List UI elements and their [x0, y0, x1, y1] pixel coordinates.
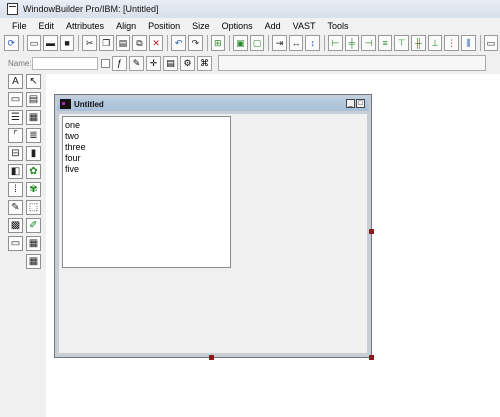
bring-front-icon[interactable]: ▣ [233, 35, 248, 51]
window-system-icon[interactable] [60, 99, 71, 109]
refresh-icon[interactable]: ⟳ [4, 35, 19, 51]
list-item[interactable]: three [65, 142, 230, 153]
ole-control-tool[interactable]: ▭ [8, 236, 23, 251]
menu-tools[interactable]: Tools [320, 21, 353, 31]
app-title-bar: WindowBuilder Pro/IBM: [Untitled] [0, 0, 500, 18]
name-label: Name: [8, 58, 32, 68]
name-combo-box[interactable] [218, 55, 486, 71]
copy-icon[interactable]: ❐ [98, 35, 114, 51]
push-button-tool[interactable]: ▭ [8, 92, 23, 107]
list-item[interactable]: four [65, 153, 230, 164]
static-text-tool[interactable]: A [8, 74, 23, 89]
align-middle-icon[interactable]: ╫ [411, 35, 426, 51]
name-checkbox[interactable] [101, 58, 110, 68]
align-top-icon[interactable]: ⊤ [394, 35, 410, 51]
toolbar-separator [324, 35, 325, 51]
toolbar-separator [22, 35, 24, 51]
multiline-text-tool[interactable]: ≣ [26, 128, 41, 143]
send-back-icon[interactable]: ▢ [249, 35, 265, 51]
connect-icon[interactable]: ⌘ [197, 55, 212, 71]
design-window[interactable]: Untitled _ □ one two three four five [54, 94, 372, 358]
design-window-title-bar[interactable]: Untitled _ □ [57, 97, 369, 111]
align-right-icon[interactable]: ⊣ [361, 35, 376, 51]
same-height-icon[interactable]: ↕ [305, 35, 321, 51]
toolbar-separator [479, 35, 481, 51]
bitmap-tool[interactable]: ▩ [8, 218, 23, 233]
resize-handle-bottom[interactable] [209, 355, 214, 360]
toolbar-separator [206, 35, 208, 51]
toolbar-separator [268, 35, 270, 51]
menu-position[interactable]: Position [140, 21, 184, 31]
menu-file[interactable]: File [0, 21, 31, 31]
app-title: WindowBuilder Pro/IBM: [Untitled] [23, 4, 159, 14]
list-item[interactable]: one [65, 120, 230, 131]
window-controls: _ □ [345, 99, 365, 108]
selection-arrow-icon[interactable]: ↖ [26, 74, 41, 89]
distribute-horizontal-icon[interactable]: ≡ [377, 35, 393, 51]
maximize-icon[interactable]: □ [356, 99, 365, 108]
menu-attributes[interactable]: Attributes [58, 21, 108, 31]
delete-icon[interactable]: ✕ [148, 35, 164, 51]
menu-add[interactable]: Add [257, 21, 285, 31]
properties-icon[interactable]: ▤ [163, 55, 178, 71]
drawing-tool[interactable]: ✎ [8, 200, 23, 215]
ole-object-tool[interactable]: ✿ [26, 164, 41, 179]
align-bottom-icon[interactable]: ⊥ [427, 35, 443, 51]
design-window-client-area[interactable]: one two three four five [59, 114, 367, 353]
main-toolbar: ⟳ ▭ ▬ ■ ✂ ❐ ▤ ⧉ ✕ ↶ ↷ ⊞ ▣ ▢ ⇥ ↔ ↕ ⊢ ╪ ⊣ … [4, 33, 500, 53]
combo-box-tool[interactable]: ▦ [26, 110, 41, 125]
menu-size[interactable]: Size [184, 21, 214, 31]
new-window-icon[interactable]: ▭ [26, 35, 42, 51]
crosshair-icon[interactable]: ✛ [146, 55, 161, 71]
dotted-grid-tool[interactable]: ⁞ [8, 182, 23, 197]
menu-options[interactable]: Options [214, 21, 257, 31]
cut-icon[interactable]: ✂ [82, 35, 97, 51]
duplicate-icon[interactable]: ⧉ [132, 35, 147, 51]
toolbar-separator [229, 35, 231, 51]
tab-order-icon[interactable]: ⇥ [272, 35, 287, 51]
entry-field-tool[interactable]: ▤ [26, 92, 41, 107]
rectangle-tool[interactable]: ▮ [26, 146, 41, 161]
menu-bar: File Edit Attributes Align Position Size… [0, 18, 500, 33]
list-box[interactable]: one two three four five [62, 116, 231, 268]
align-center-icon[interactable]: ╪ [344, 35, 360, 51]
list-item[interactable]: two [65, 131, 230, 142]
resize-handle-right[interactable] [369, 229, 374, 234]
scroll-bar-tool[interactable]: ◧ [8, 164, 23, 179]
subpane-tool[interactable]: ⬚ [26, 200, 41, 215]
redo-icon[interactable]: ↷ [187, 35, 203, 51]
undo-icon[interactable]: ↶ [171, 35, 186, 51]
name-row: Name: ƒ ✎ ✛ ▤ ⚙ ⌘ [0, 54, 500, 72]
menu-align[interactable]: Align [108, 21, 140, 31]
list-box-tool[interactable]: ☰ [8, 110, 23, 125]
radio-group-tool[interactable]: ⊟ [8, 146, 23, 161]
menu-vast[interactable]: VAST [285, 21, 320, 31]
test-window-icon[interactable]: ▭ [483, 35, 499, 51]
spacing-icon[interactable]: ⫼ [460, 35, 476, 51]
toolbar-separator [78, 35, 80, 51]
pen-tool[interactable]: ✐ [26, 218, 41, 233]
minimize-icon[interactable]: _ [346, 99, 355, 108]
design-window-title: Untitled [74, 99, 104, 109]
custom-control-tool[interactable]: ✾ [26, 182, 41, 197]
table-tool[interactable]: ▦ [26, 236, 41, 251]
font-icon[interactable]: ƒ [112, 55, 127, 71]
grid-icon[interactable]: ⊞ [210, 35, 226, 51]
color-icon[interactable]: ✎ [129, 55, 144, 71]
resize-handle-bottom-right[interactable] [369, 355, 374, 360]
group-box-tool[interactable]: ⌜ [8, 128, 23, 143]
grid-table-tool[interactable]: ▦ [26, 254, 41, 269]
name-input[interactable] [32, 56, 98, 70]
list-item[interactable]: five [65, 164, 230, 175]
same-width-icon[interactable]: ↔ [288, 35, 304, 51]
events-icon[interactable]: ⚙ [180, 55, 195, 71]
save-icon[interactable]: ■ [59, 35, 75, 51]
distribute-vertical-icon[interactable]: ⋮ [444, 35, 459, 51]
toolbar-separator [167, 35, 169, 51]
app-icon [7, 3, 18, 15]
paste-icon[interactable]: ▤ [115, 35, 131, 51]
menu-edit[interactable]: Edit [31, 21, 59, 31]
open-folder-icon[interactable]: ▬ [43, 35, 58, 51]
align-left-icon[interactable]: ⊢ [327, 35, 343, 51]
